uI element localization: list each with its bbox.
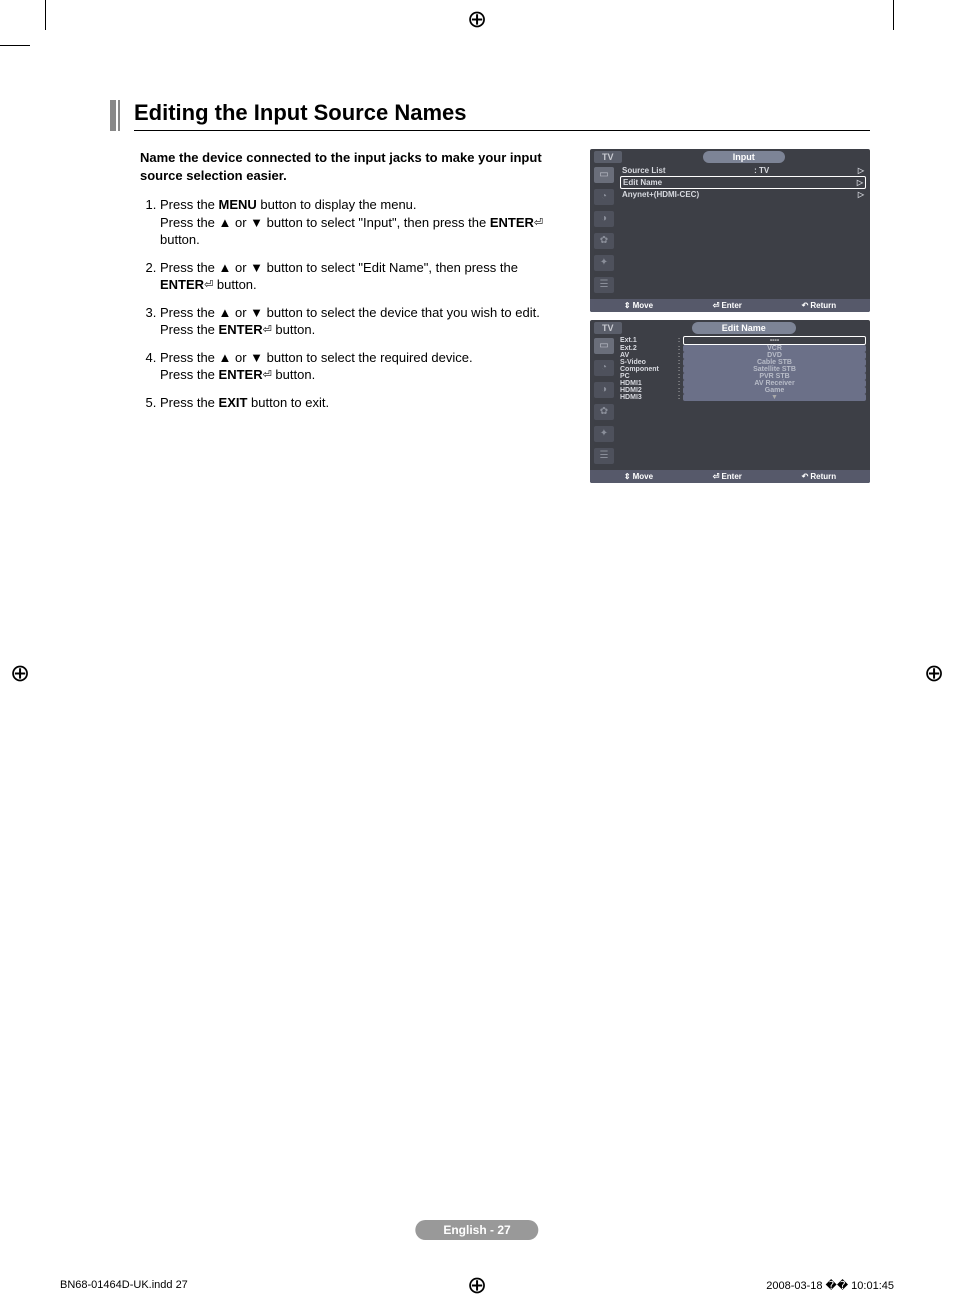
osd-icon-picture-icon: ▭ — [594, 167, 614, 183]
enter-icon: ⏎ — [713, 472, 720, 481]
osd-icon-picture-icon: ▭ — [594, 338, 614, 354]
osd-icon-setup-icon: ✿ — [594, 233, 614, 249]
osd-row-anynet: Anynet+(HDMI-CEC) ▷ — [620, 189, 866, 200]
step-3: Press the ▲ or ▼ button to select the de… — [160, 304, 570, 339]
updown-icon: ⇕ — [624, 301, 631, 310]
osd-row-source-list: Source List : TV ▷ — [620, 165, 866, 176]
step-2: Press the ▲ or ▼ button to select "Edit … — [160, 259, 570, 294]
registration-mark-icon: ⊕ — [463, 6, 491, 34]
enter-icon: ⏎ — [713, 301, 720, 310]
osd-title: Edit Name — [692, 322, 796, 334]
edit-row-hdmi3: HDMI3:▼ — [620, 394, 866, 401]
osd-icon-setup-icon: ✿ — [594, 404, 614, 420]
step-4: Press the ▲ or ▼ button to select the re… — [160, 349, 570, 384]
indd-filename: BN68-01464D-UK.indd 27 — [60, 1279, 188, 1292]
osd-icon-list-icon: ☰ — [594, 277, 614, 293]
triangle-right-icon: ▷ — [858, 190, 864, 199]
edit-row-ext1: Ext.1:---- — [620, 336, 866, 345]
instruction-list: Press the MENU button to display the men… — [140, 196, 570, 411]
enter-icon: ⏎ — [204, 279, 213, 291]
registration-mark-icon: ⊕ — [6, 660, 34, 688]
page-title: Editing the Input Source Names — [134, 100, 870, 126]
osd-icon-sound-icon: ◔ — [594, 360, 614, 376]
page-number-pill: English - 27 — [415, 1220, 538, 1240]
osd-icon-sound-icon: ◔ — [594, 189, 614, 205]
edit-row-svideo: S-Video:Cable STB — [620, 359, 866, 366]
osd-input-menu: TV Input ▭ ◔ ◑ ✿ ✦ ☰ Source List — [590, 149, 870, 312]
crop-mark — [0, 45, 30, 46]
edit-row-hdmi2: HDMI2:Game — [620, 387, 866, 394]
registration-mark-icon: ⊕ — [920, 660, 948, 688]
enter-icon: ⏎ — [263, 325, 272, 337]
osd-footer: ⇕Move ⏎Enter ↶Return — [590, 470, 870, 483]
edit-row-hdmi1: HDMI1:AV Receiver — [620, 380, 866, 387]
osd-icon-channel-icon: ◑ — [594, 211, 614, 227]
osd-icon-channel-icon: ◑ — [594, 382, 614, 398]
crop-mark — [45, 0, 46, 30]
triangle-right-icon: ▷ — [858, 166, 864, 175]
osd-tv-badge: TV — [594, 322, 622, 334]
indesign-footer: BN68-01464D-UK.indd 27 2008-03-18 �� 10:… — [60, 1279, 894, 1292]
updown-icon: ⇕ — [624, 472, 631, 481]
enter-icon: ⏎ — [263, 370, 272, 382]
osd-row-edit-name: Edit Name ▷ — [620, 176, 866, 189]
return-icon: ↶ — [802, 301, 809, 310]
section-header: Editing the Input Source Names — [110, 100, 870, 131]
osd-tv-badge: TV — [594, 151, 622, 163]
triangle-right-icon: ▷ — [857, 178, 863, 187]
indd-timestamp: 2008-03-18 �� 10:01:45 — [766, 1279, 894, 1292]
osd-footer: ⇕Move ⏎Enter ↶Return — [590, 299, 870, 312]
osd-edit-name-menu: TV Edit Name ▭ ◔ ◑ ✿ ✦ ☰ Ext.1:---- Ext.… — [590, 320, 870, 483]
intro-text: Name the device connected to the input j… — [140, 149, 570, 184]
step-1: Press the MENU button to display the men… — [160, 196, 570, 249]
osd-icon-list-icon: ☰ — [594, 448, 614, 464]
edit-row-pc: PC:PVR STB — [620, 373, 866, 380]
edit-row-component: Component:Satellite STB — [620, 366, 866, 373]
edit-row-av: AV:DVD — [620, 352, 866, 359]
osd-title: Input — [703, 151, 785, 163]
osd-icon-input-icon: ✦ — [594, 255, 614, 271]
return-icon: ↶ — [802, 472, 809, 481]
enter-icon: ⏎ — [534, 217, 543, 229]
osd-icon-input-icon: ✦ — [594, 426, 614, 442]
edit-row-ext2: Ext.2:VCR — [620, 345, 866, 352]
down-arrow-icon: ▼ — [683, 394, 866, 401]
step-5: Press the EXIT button to exit. — [160, 394, 570, 412]
crop-mark — [893, 0, 894, 30]
